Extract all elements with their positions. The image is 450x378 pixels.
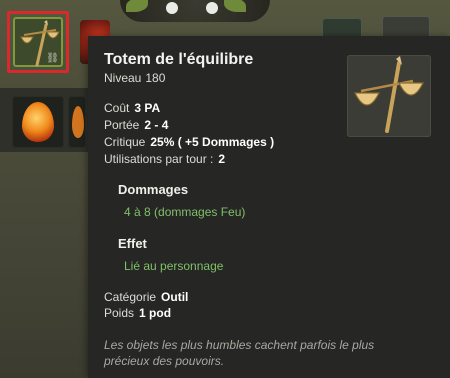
selected-slot-frame: ⛓ <box>13 17 63 67</box>
stat-value: 2 <box>218 152 226 166</box>
stat-range: Portée 2 - 4 <box>104 118 168 132</box>
item-category: Catégorie Outil <box>104 290 188 304</box>
balance-scale-totem-icon <box>354 56 424 133</box>
item-weight: Poids 1 pod <box>104 306 171 320</box>
stat-label: Utilisations par tour : <box>104 152 214 166</box>
category-value: Outil <box>161 290 189 304</box>
stat-critical: Critique 25% ( +5 Dommages ) <box>104 135 274 149</box>
stat-label: Critique <box>104 135 146 149</box>
stat-label: Coût <box>104 101 130 115</box>
leaf-decoration <box>224 0 246 12</box>
item-tooltip: Totem de l'équilibre Niveau 180 Coût 3 PA … <box>88 36 450 378</box>
fire-egg-icon <box>22 102 54 142</box>
effect-header: Effet <box>118 236 147 251</box>
effect-value: Lié au personnage <box>124 259 224 273</box>
item-level: Niveau 180 <box>104 71 169 85</box>
stat-value: 3 PA <box>134 101 161 115</box>
link-icon: ⛓ <box>46 53 59 64</box>
stat-value: 25% ( +5 Dommages ) <box>150 135 275 149</box>
leaf-decoration <box>126 0 148 12</box>
level-label: Niveau <box>104 71 142 85</box>
level-value: 180 <box>145 71 166 85</box>
flavor-text: Les objets les plus humbles cachent parf… <box>104 338 375 368</box>
creature-decoration <box>120 0 270 22</box>
damage-value: 4 à 8 (dommages Feu) <box>124 205 246 219</box>
creature-eye <box>166 2 178 14</box>
stat-label: Portée <box>104 118 140 132</box>
stat-cost: Coût 3 PA <box>104 101 160 115</box>
category-label: Catégorie <box>104 290 157 304</box>
orange-item-icon <box>72 106 84 138</box>
stat-uses-per-turn: Utilisations par tour : 2 <box>104 152 225 166</box>
item-slot[interactable] <box>12 96 64 148</box>
weight-label: Poids <box>104 306 135 320</box>
weight-value: 1 pod <box>139 306 172 320</box>
item-title: Totem de l'équilibre <box>104 51 254 68</box>
stat-value: 2 - 4 <box>144 118 169 132</box>
item-slot[interactable] <box>68 96 86 148</box>
item-preview <box>347 55 431 137</box>
creature-eye <box>206 2 218 14</box>
damage-header: Dommages <box>118 182 189 197</box>
selected-item-slot[interactable]: ⛓ <box>7 11 69 73</box>
